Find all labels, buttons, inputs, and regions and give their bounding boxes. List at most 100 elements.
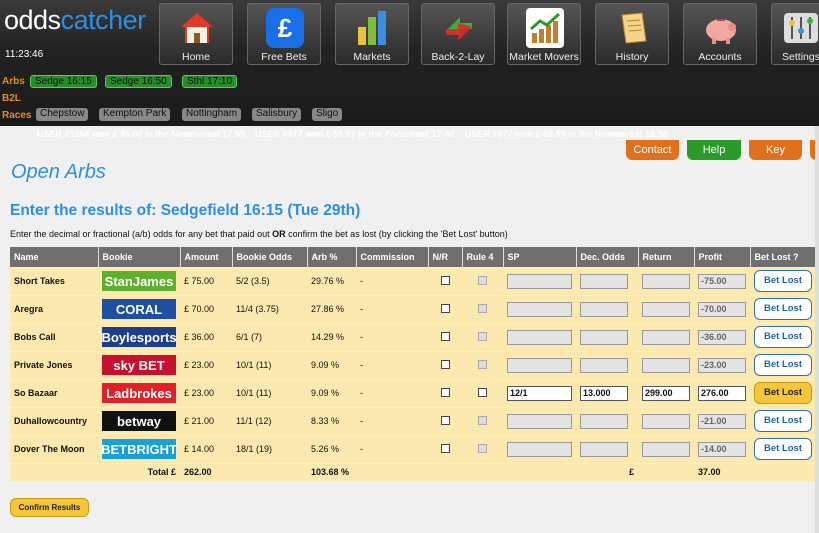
return-input[interactable] xyxy=(642,273,690,289)
nav-market-movers[interactable]: Market Movers xyxy=(507,3,581,65)
rule4-checkbox[interactable] xyxy=(478,387,487,397)
sp-input[interactable] xyxy=(507,357,572,373)
return-input[interactable] xyxy=(642,301,690,317)
contact-button[interactable]: Contact xyxy=(626,140,679,160)
nav-history[interactable]: History xyxy=(595,3,669,65)
profit-input[interactable]: -75.00 xyxy=(698,273,746,289)
profit-input[interactable]: -23.00 xyxy=(698,357,746,373)
nav-markets[interactable]: Markets xyxy=(335,3,409,65)
nr-checkbox[interactable] xyxy=(440,275,450,285)
nr-checkbox[interactable] xyxy=(440,387,450,397)
arrows-icon xyxy=(440,8,478,48)
amount: £ 23.00 xyxy=(180,350,232,379)
dec-odds-input[interactable] xyxy=(580,441,628,457)
race-tag[interactable]: Sligo xyxy=(312,108,343,121)
runner-name: Private Jones xyxy=(10,350,98,379)
sp-input[interactable] xyxy=(507,329,572,345)
bookie-logo: StanJames xyxy=(102,271,176,291)
nr-checkbox[interactable] xyxy=(440,415,450,425)
rule4-checkbox[interactable] xyxy=(478,415,487,425)
nr-checkbox[interactable] xyxy=(440,331,450,341)
nr-checkbox[interactable] xyxy=(440,303,450,313)
confirm-results-button[interactable]: Confirm Results xyxy=(10,498,89,517)
race-tag[interactable]: Nottingham xyxy=(182,108,242,121)
profit-input[interactable]: -36.00 xyxy=(698,329,746,345)
commission: - xyxy=(356,294,428,323)
arb-tag[interactable]: Sedge 16:50 xyxy=(105,75,172,88)
total-label: Total £ xyxy=(10,462,180,481)
commission: - xyxy=(356,266,428,295)
sp-input[interactable] xyxy=(507,301,572,317)
scrollbar[interactable] xyxy=(815,126,819,533)
profit-input[interactable]: -21.00 xyxy=(698,413,746,429)
sp-input[interactable] xyxy=(507,273,572,289)
nr-checkbox[interactable] xyxy=(440,443,450,453)
rule4-checkbox[interactable] xyxy=(478,303,487,313)
race-tag[interactable]: Chepstow xyxy=(36,108,89,121)
key-button[interactable]: Key xyxy=(749,140,802,160)
nr-checkbox[interactable] xyxy=(440,359,450,369)
commission: - xyxy=(356,434,428,463)
site-logo[interactable]: oddscatcher xyxy=(4,4,146,36)
nav-accounts[interactable]: Accounts xyxy=(683,3,757,65)
commission: - xyxy=(356,350,428,379)
profit-input[interactable]: -14.00 xyxy=(698,441,746,457)
bookie-odds: 10/1 (11) xyxy=(232,350,307,379)
nav-markets-label: Markets xyxy=(353,51,391,63)
bet-lost-button[interactable]: Bet Lost xyxy=(754,382,812,404)
return-input[interactable] xyxy=(642,329,690,345)
dec-odds-input[interactable] xyxy=(580,301,628,317)
dec-odds-input[interactable] xyxy=(580,413,628,429)
profit-input[interactable]: 276.00 xyxy=(698,385,746,401)
bookie-odds: 10/1 (11) xyxy=(232,378,307,407)
ticker-item: USER #977 won £ 60.59 in the Newmarket 1… xyxy=(465,129,669,139)
dec-odds-input[interactable]: 13.000 xyxy=(580,385,628,401)
race-tag[interactable]: Kempton Park xyxy=(99,108,171,121)
nav-home-label: Home xyxy=(181,51,210,63)
arb-tag[interactable]: Sedge 16:15 xyxy=(30,75,97,88)
sp-input[interactable] xyxy=(507,441,572,457)
bookie-logo: CORAL xyxy=(102,299,176,319)
return-input[interactable] xyxy=(642,357,690,373)
dec-odds-input[interactable] xyxy=(580,273,628,289)
help-button[interactable]: Help xyxy=(687,140,741,160)
nav-back-2-lay[interactable]: Back-2-Lay xyxy=(421,3,495,65)
table-row: Bobs Call Boylesports £ 36.00 6/1 (7) 14.29 … xyxy=(10,322,816,351)
b2l-label: B2L xyxy=(2,93,21,104)
arb-percent: 9.09 % xyxy=(307,378,356,407)
bet-lost-button[interactable]: Bet Lost xyxy=(754,438,812,460)
total-profit-symbol: £ xyxy=(356,462,638,481)
bet-lost-button[interactable]: Bet Lost xyxy=(754,354,812,376)
nav-free-bets[interactable]: £ Free Bets xyxy=(247,3,321,65)
col-rule4: Rule 4 xyxy=(462,247,504,267)
bar-chart-icon xyxy=(354,8,392,48)
bet-lost-button[interactable]: Bet Lost xyxy=(754,410,812,432)
profit-input[interactable]: -70.00 xyxy=(698,301,746,317)
col-nr: N/R xyxy=(428,247,463,267)
logo-text-catcher: catcher xyxy=(60,5,147,35)
sp-input[interactable]: 12/1 xyxy=(507,385,572,401)
sp-input[interactable] xyxy=(507,413,572,429)
col-amount: Amount xyxy=(180,247,233,267)
bet-lost-button[interactable]: Bet Lost xyxy=(754,270,812,292)
col-sp: SP xyxy=(503,247,577,267)
race-tag[interactable]: Salisbury xyxy=(252,108,302,121)
return-input[interactable]: 299.00 xyxy=(642,385,690,401)
nav-settings[interactable]: Settings xyxy=(771,3,819,65)
return-input[interactable] xyxy=(642,413,690,429)
amount: £ 21.00 xyxy=(180,406,232,435)
bet-lost-button[interactable]: Bet Lost xyxy=(754,326,812,348)
bet-lost-button[interactable]: Bet Lost xyxy=(754,298,812,320)
rule4-checkbox[interactable] xyxy=(478,331,487,341)
rule4-checkbox[interactable] xyxy=(478,275,487,285)
rule4-checkbox[interactable] xyxy=(478,359,487,369)
dec-odds-input[interactable] xyxy=(580,357,628,373)
return-input[interactable] xyxy=(642,441,690,457)
rule4-checkbox[interactable] xyxy=(478,443,487,453)
dec-odds-input[interactable] xyxy=(580,329,628,345)
pound-icon: £ xyxy=(266,8,304,48)
arb-percent: 29.76 % xyxy=(307,266,356,295)
arb-tag[interactable]: Sthl 17:10 xyxy=(182,75,238,88)
nav-home[interactable]: Home xyxy=(159,3,233,65)
col-bookie-odds: Bookie Odds xyxy=(232,247,308,267)
